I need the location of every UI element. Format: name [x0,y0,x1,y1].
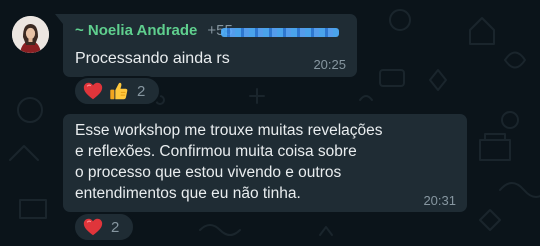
red-heart-icon [82,80,104,102]
message-line: Esse workshop me trouxe muitas revelaçõe… [75,122,383,139]
message-time: 20:25 [313,57,346,72]
message-time: 20:31 [423,193,456,208]
reactions-pill[interactable]: 2 [73,212,135,242]
message-bubble[interactable]: Esse workshop me trouxe muitas revelaçõe… [63,114,467,212]
reaction-count: 2 [137,82,146,100]
reactions-pill[interactable]: 2 [73,76,161,106]
reaction-count: 2 [111,218,120,236]
message-text: Processando ainda rs [75,50,230,67]
sender-avatar[interactable] [12,16,49,53]
sender-phone: +55 [207,22,340,39]
red-heart-icon [82,216,104,238]
message-line: o processo que estou vivendo e outros [75,164,342,181]
message-bubble[interactable]: ~ Noelia Andrade +55 Processando ainda rs… [55,14,357,77]
message-text: Esse workshop me trouxe muitas revelaçõe… [75,120,383,204]
thumbs-up-icon [108,80,130,102]
redacted-phone-number [221,28,340,37]
message-line: e reflexões. Confirmou muita coisa sobre [75,143,357,160]
sender-name[interactable]: ~ Noelia Andrade [75,22,197,39]
sender-header: ~ Noelia Andrade +55 [75,22,340,39]
message-line: entendimentos que eu não tinha. [75,185,301,202]
